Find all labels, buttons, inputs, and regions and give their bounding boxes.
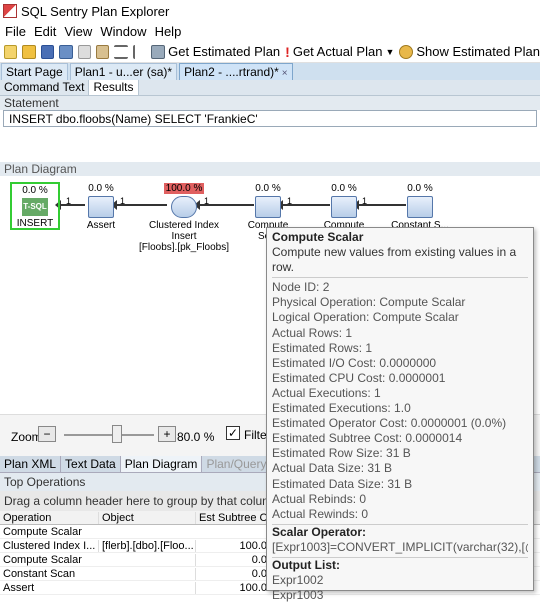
tooltip-property: Estimated CPU Cost: 0.0000001: [272, 370, 446, 385]
operator-tooltip: Compute Scalar Compute new values from e…: [266, 227, 534, 602]
tooltip-property: Actual Rebinds: 0: [272, 491, 367, 506]
output-item: Expr1002: [272, 573, 324, 588]
document-tabs: Start Page Plan1 - u...er (sa)* Plan2 - …: [0, 63, 540, 80]
get-actual-plan-button[interactable]: ! Get Actual Plan ▼: [285, 44, 394, 60]
new-file-icon[interactable]: [4, 44, 18, 59]
save-all-icon[interactable]: [59, 44, 73, 59]
tooltip-property: Actual Executions: 1: [272, 385, 381, 400]
format-icon[interactable]: [114, 44, 128, 59]
filter-checkbox[interactable]: ✓: [226, 426, 240, 440]
tooltip-property: Actual Rows: 1: [272, 325, 353, 340]
plan-node-assert[interactable]: 0.0 % Assert: [78, 183, 124, 231]
open-folder-icon[interactable]: [22, 44, 36, 59]
plan-node-constant-scan[interactable]: 0.0 % Constant S...: [390, 183, 450, 231]
compute-scalar-icon: [255, 196, 281, 218]
zoom-value: 80.0 %: [177, 430, 215, 444]
menu-file[interactable]: File: [5, 24, 26, 39]
tab-results[interactable]: Results: [89, 80, 139, 95]
tooltip-property: Estimated Rows: 1: [272, 340, 373, 355]
tooltip-property: Node ID: 2: [272, 280, 330, 295]
tsql-icon: T-SQL: [22, 198, 48, 216]
tooltip-property: Estimated Executions: 1.0: [272, 401, 411, 416]
tooltip-property: Logical Operation: Compute Scalar: [272, 310, 459, 325]
menu-help[interactable]: Help: [155, 24, 182, 39]
scalar-operator-value: [Expr1003]=CONVERT_IMPLICIT(varchar(32),…: [272, 539, 528, 554]
tooltip-property: Estimated I/O Cost: 0.0000000: [272, 355, 437, 370]
save-icon[interactable]: [40, 44, 55, 59]
column-header-object[interactable]: Object: [98, 511, 195, 524]
tooltip-property: Estimated Data Size: 31 B: [272, 476, 413, 491]
tooltip-property: Estimated Row Size: 31 B: [272, 446, 411, 461]
tooltip-property: Actual Rewinds: 0: [272, 506, 369, 521]
clustered-index-icon: [171, 196, 197, 218]
estimated-plan-icon: [151, 44, 166, 59]
window-title: SQL Sentry Plan Explorer: [21, 3, 170, 19]
toolbar: Get Estimated Plan ! Get Actual Plan ▼ S…: [0, 41, 540, 63]
zoom-out-button[interactable]: −: [38, 426, 56, 442]
copy-icon[interactable]: [77, 44, 92, 59]
column-header-est-subtree-cost[interactable]: Est Subtree Co: [195, 511, 270, 524]
zoom-slider-thumb[interactable]: [112, 425, 122, 443]
output-item: Expr1003: [272, 588, 324, 603]
tab-plan1[interactable]: Plan1 - u...er (sa)*: [69, 63, 178, 80]
statement-text[interactable]: INSERT dbo.floobs(Name) SELECT 'FrankieC…: [3, 110, 537, 127]
title-bar: SQL Sentry Plan Explorer: [0, 0, 540, 22]
tooltip-property: Estimated Subtree Cost: 0.0000014: [272, 431, 463, 446]
app-icon: [3, 4, 17, 18]
tooltip-property: Physical Operation: Compute Scalar: [272, 295, 466, 310]
tab-plan2[interactable]: Plan2 - ....rtrand)* ×: [179, 63, 293, 80]
get-estimated-plan-button[interactable]: Get Estimated Plan: [151, 44, 280, 59]
plan-diagram-header: Plan Diagram: [0, 162, 540, 176]
close-icon[interactable]: ×: [282, 68, 288, 79]
exclamation-icon: !: [285, 43, 290, 60]
tab-plan-xml[interactable]: Plan XML: [0, 456, 62, 472]
chevron-down-icon[interactable]: ▼: [385, 47, 394, 57]
tab-plan-diagram[interactable]: Plan Diagram: [120, 456, 203, 472]
tooltip-property: Actual Data Size: 31 B: [272, 461, 393, 476]
plan-node-insert[interactable]: 0.0 % T-SQL INSERT: [10, 182, 60, 230]
indent-icon[interactable]: [132, 44, 147, 59]
menu-edit[interactable]: Edit: [34, 24, 56, 39]
tooltip-title: Compute Scalar: [272, 230, 364, 244]
tooltip-description: Compute new values from existing values …: [272, 245, 528, 279]
tab-start-page[interactable]: Start Page: [1, 63, 68, 80]
row-count: 1: [66, 196, 72, 206]
menu-window[interactable]: Window: [100, 24, 146, 39]
menu-view[interactable]: View: [64, 24, 92, 39]
compute-scalar-icon: [331, 196, 357, 218]
tab-command-text[interactable]: Command Text: [0, 80, 90, 95]
column-header-operation[interactable]: Operation: [0, 512, 98, 524]
show-estimated-plan-button[interactable]: Show Estimated Plan: [399, 44, 540, 59]
output-list-header: Output List:: [272, 556, 528, 573]
paste-icon[interactable]: [96, 44, 110, 59]
statement-tabs: Command Text Results: [0, 80, 540, 96]
scalar-operator-header: Scalar Operator:: [272, 523, 528, 540]
tab-text-data[interactable]: Text Data: [61, 456, 121, 472]
zoom-in-button[interactable]: +: [158, 426, 176, 442]
zoom-slider-track[interactable]: [64, 434, 154, 436]
menu-bar: File Edit View Window Help: [0, 22, 540, 41]
tooltip-property: Estimated Operator Cost: 0.0000001 (0.0%…: [272, 416, 507, 431]
constant-scan-icon: [407, 196, 433, 218]
statement-header: Statement: [0, 96, 540, 110]
assert-icon: [88, 196, 114, 218]
plan-node-clustered-index-insert[interactable]: 100.0 % Clustered Index Insert [Floobs].…: [138, 183, 230, 253]
show-plan-icon: [399, 44, 414, 59]
